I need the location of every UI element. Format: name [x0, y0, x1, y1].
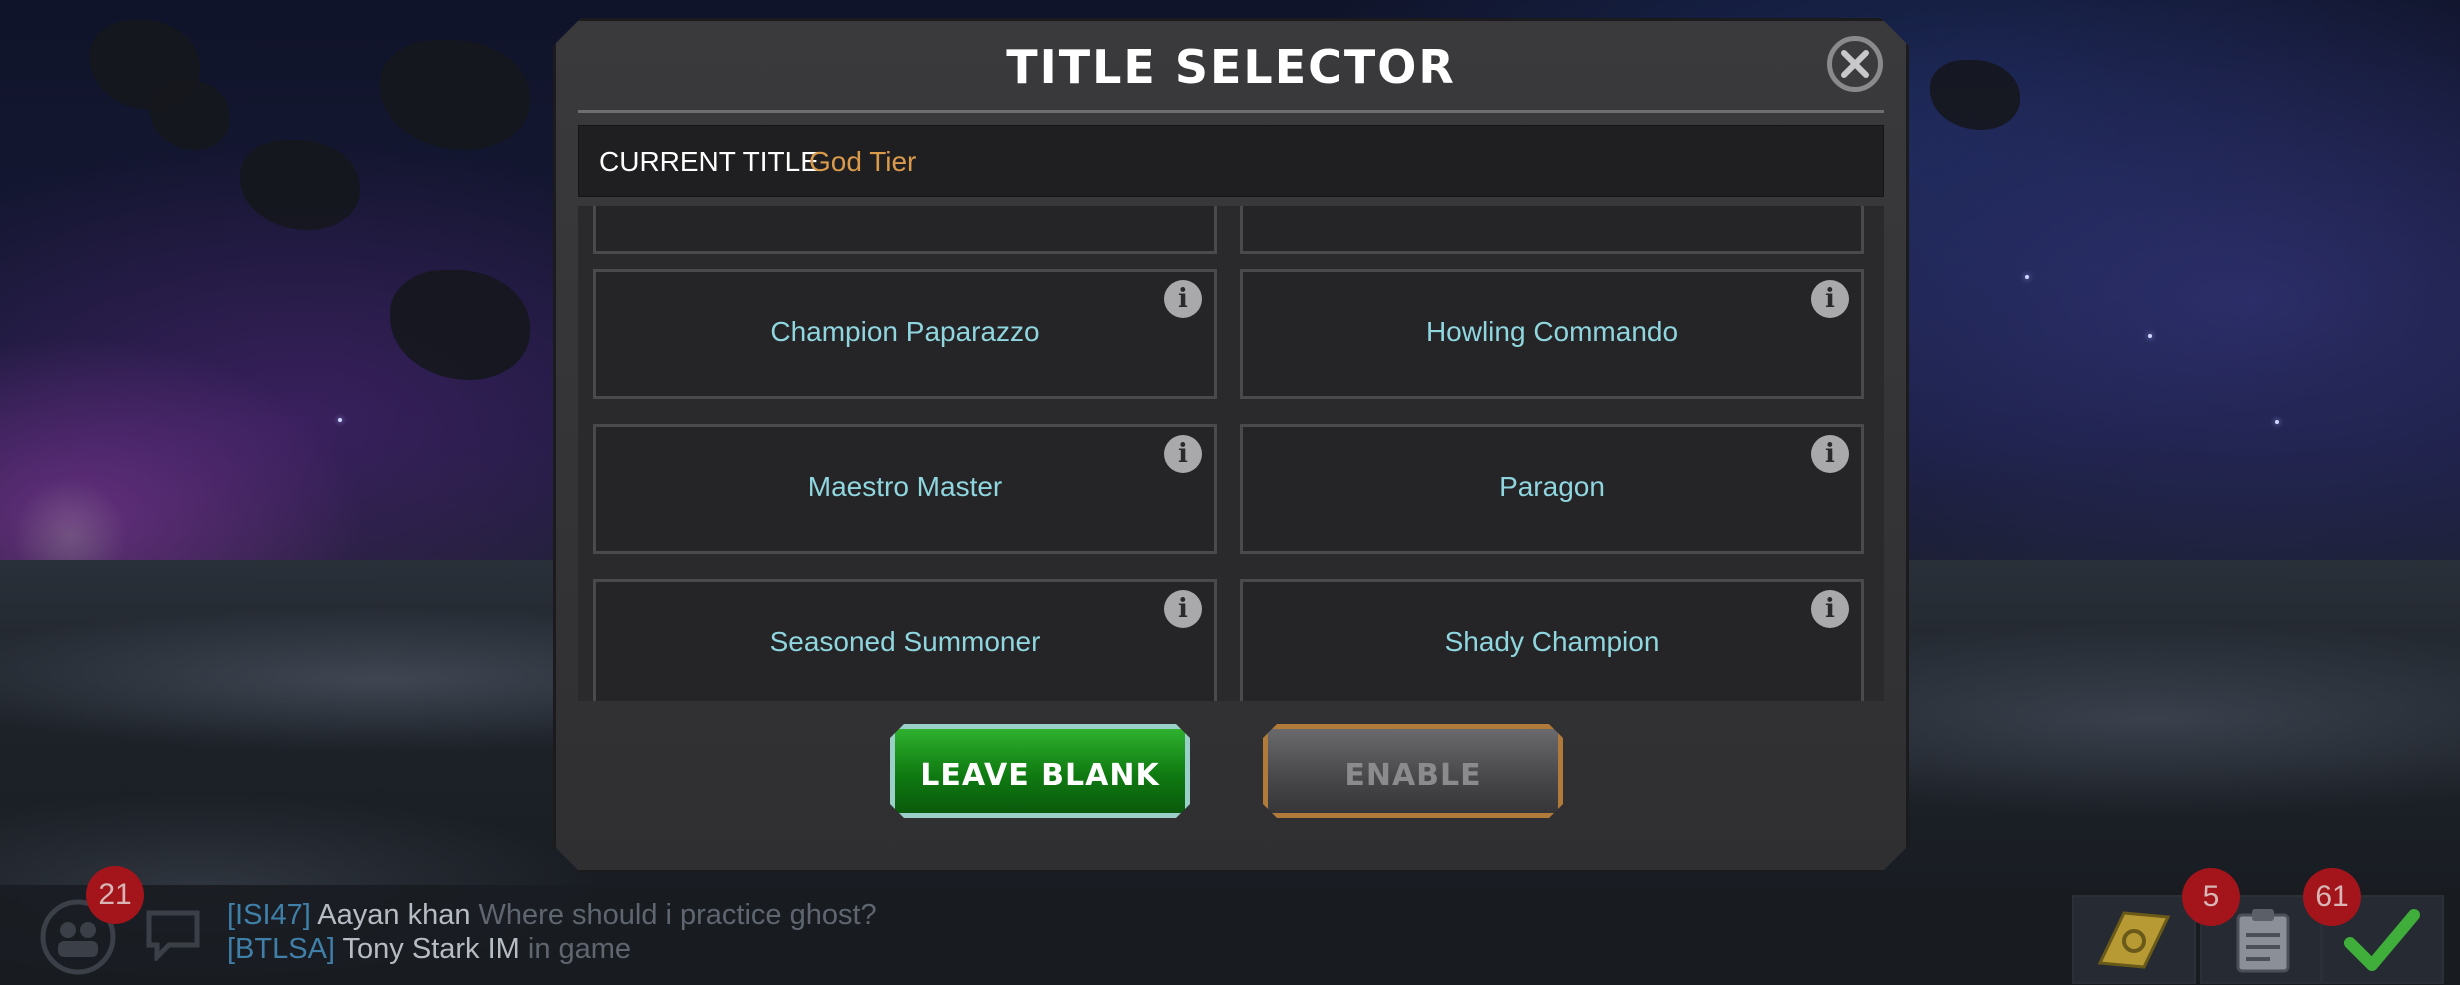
player-name: Aayan khan — [317, 899, 471, 931]
info-icon[interactable]: i — [1811, 590, 1849, 628]
title-card-label: Maestro Master — [807, 471, 1003, 502]
title-card-partial[interactable] — [593, 206, 1217, 254]
asteroid — [1930, 60, 2020, 130]
title-card[interactable]: Paragon i — [1240, 424, 1864, 554]
asteroid — [380, 40, 530, 150]
asteroid — [390, 270, 530, 380]
info-icon[interactable]: i — [1164, 590, 1202, 628]
info-icon[interactable]: i — [1811, 280, 1849, 318]
chat-unread-badge: 21 — [86, 866, 144, 924]
title-card[interactable]: Shady Champion i — [1240, 579, 1864, 701]
enable-button[interactable]: ENABLE — [1263, 724, 1563, 818]
star — [2025, 275, 2029, 279]
title-card-label: Howling Commando — [1425, 316, 1679, 347]
message-text: Where should i practice ghost? — [478, 899, 877, 931]
asteroid — [240, 140, 360, 230]
map-icon — [2097, 911, 2171, 969]
star — [338, 418, 342, 422]
title-card[interactable]: Champion Paparazzo i — [593, 269, 1217, 399]
info-icon[interactable]: i — [1164, 280, 1202, 318]
tasks-badge: 5 — [2182, 868, 2240, 926]
title-selector-dialog: TITLE SELECTOR CURRENT TITLE God Tier Ch… — [553, 18, 1909, 873]
dialog-title: TITLE SELECTOR — [1006, 40, 1456, 94]
chat-message: [ISI47] Aayan khan Where should i practi… — [227, 899, 877, 932]
current-title-label: CURRENT TITLE — [599, 146, 819, 177]
star — [2275, 420, 2279, 424]
alliance-tag: [BTLSA] — [227, 933, 335, 965]
title-card-partial[interactable] — [1240, 206, 1864, 254]
title-list[interactable]: Champion Paparazzo i Howling Commando i … — [578, 206, 1884, 701]
map-button[interactable] — [2072, 895, 2196, 984]
info-icon[interactable]: i — [1811, 435, 1849, 473]
player-name: Tony Stark IM — [342, 933, 520, 965]
title-card-label: Paragon — [1499, 471, 1605, 502]
alliance-tag: [ISI47] — [227, 899, 311, 931]
star — [2148, 334, 2152, 338]
close-icon — [1841, 50, 1869, 78]
title-card[interactable]: Howling Commando i — [1240, 269, 1864, 399]
title-card-label: Champion Paparazzo — [770, 316, 1040, 347]
asteroid — [150, 80, 230, 150]
title-card-label: Shady Champion — [1444, 626, 1660, 657]
title-card[interactable]: Seasoned Summoner i — [593, 579, 1217, 701]
chat-message: [BTLSA] Tony Stark IM in game — [227, 933, 631, 966]
leave-blank-button[interactable]: LEAVE BLANK — [890, 724, 1190, 818]
clipboard-icon — [2236, 909, 2290, 973]
title-card-label: Seasoned Summoner — [769, 626, 1041, 657]
close-button[interactable] — [1827, 36, 1883, 92]
quests-badge: 61 — [2303, 868, 2361, 926]
title-card[interactable]: Maestro Master i — [593, 424, 1217, 554]
current-title-bar: CURRENT TITLE God Tier — [578, 125, 1884, 197]
current-title-value: God Tier — [809, 146, 917, 177]
info-icon[interactable]: i — [1164, 435, 1202, 473]
title-divider — [578, 110, 1884, 113]
message-text: in game — [527, 933, 632, 965]
chat-bubble-icon[interactable] — [145, 907, 201, 961]
